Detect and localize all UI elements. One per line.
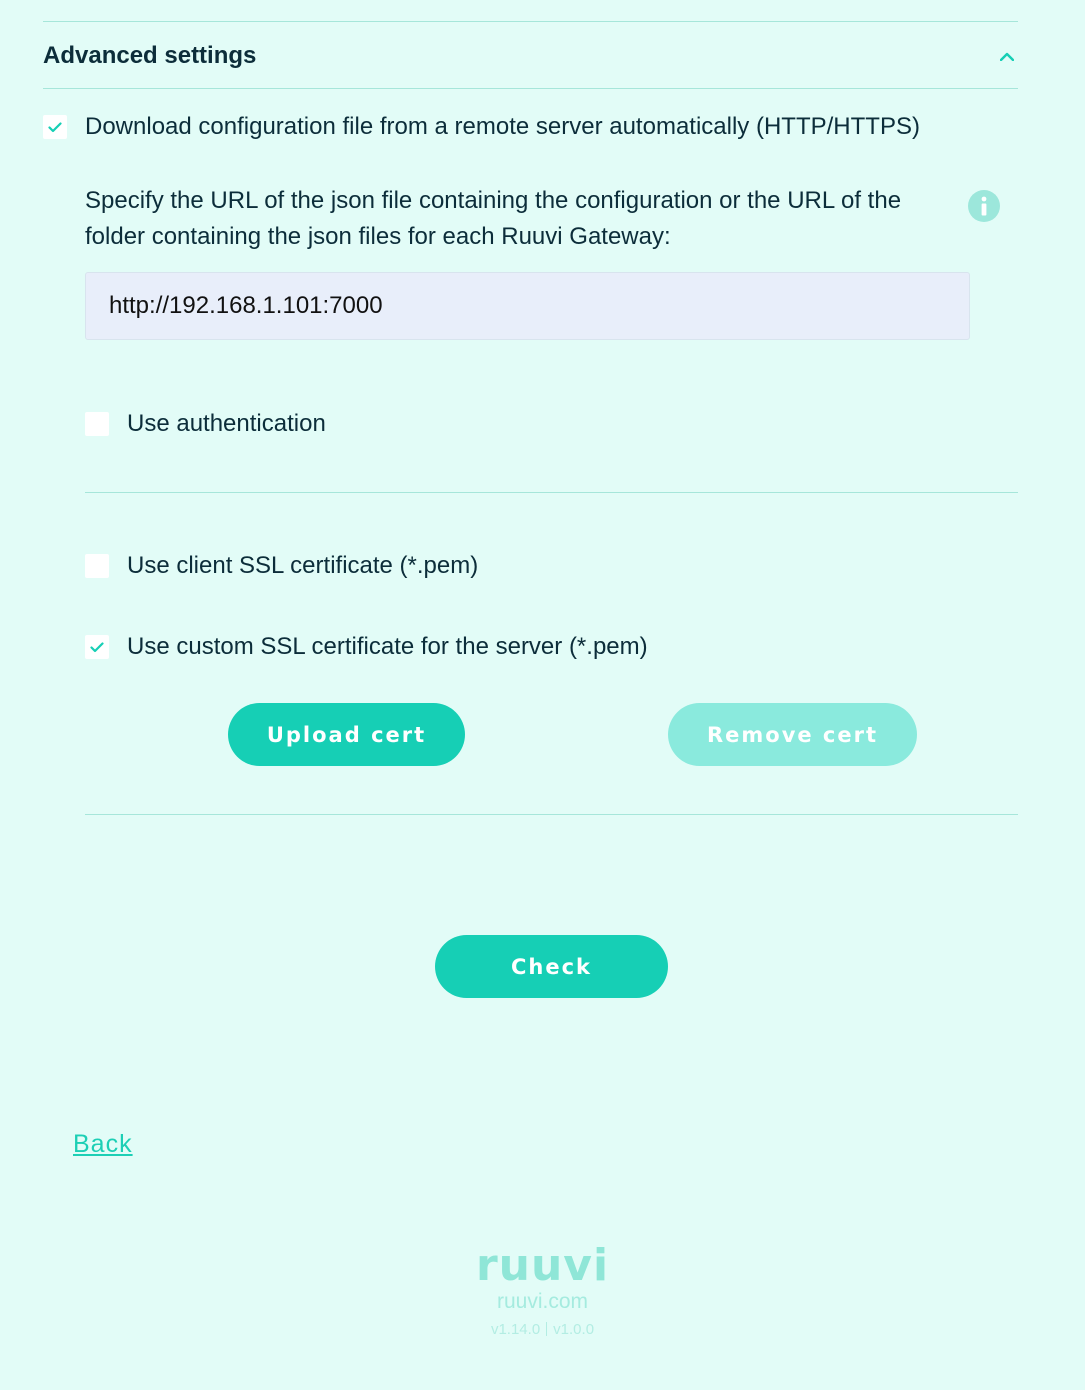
client-ssl-checkbox[interactable] <box>85 554 109 578</box>
config-url-input[interactable] <box>85 272 970 340</box>
custom-ssl-label: Use custom SSL certificate for the serve… <box>127 633 648 660</box>
upload-cert-button[interactable]: Upload cert <box>228 703 465 766</box>
ruuvi-logo: ruuvi <box>475 1240 610 1291</box>
use-authentication-option[interactable]: Use authentication <box>85 410 326 438</box>
remote-config-label: Download configuration file from a remot… <box>85 113 920 140</box>
checkmark-icon <box>48 121 62 132</box>
check-button[interactable]: Check <box>435 935 668 998</box>
info-icon[interactable] <box>968 190 1000 222</box>
divider-ssl <box>85 814 1018 815</box>
remove-cert-button[interactable]: Remove cert <box>668 703 917 766</box>
firmware-version: v1.14.0 <box>490 1321 541 1338</box>
ruuvi-site-link[interactable]: ruuvi.com <box>0 1290 1085 1314</box>
client-ssl-option[interactable]: Use client SSL certificate (*.pem) <box>85 552 478 580</box>
version-separator <box>546 1322 548 1336</box>
custom-ssl-option[interactable]: Use custom SSL certificate for the serve… <box>85 633 648 661</box>
checkmark-icon <box>90 641 104 652</box>
advanced-settings-page: Advanced settings Download configuration… <box>0 0 1085 1390</box>
ui-version: v1.0.0 <box>553 1321 595 1338</box>
use-authentication-label: Use authentication <box>127 410 326 437</box>
client-ssl-label: Use client SSL certificate (*.pem) <box>127 552 479 579</box>
remote-config-option[interactable]: Download configuration file from a remot… <box>43 113 920 141</box>
custom-ssl-checkbox[interactable] <box>85 635 109 659</box>
divider-auth <box>85 492 1018 493</box>
remote-config-checkbox[interactable] <box>43 115 67 139</box>
divider-top <box>43 21 1018 22</box>
divider-header <box>43 88 1018 89</box>
back-link[interactable]: Back <box>73 1130 133 1159</box>
use-authentication-checkbox[interactable] <box>85 412 109 436</box>
advanced-settings-header[interactable]: Advanced settings <box>43 36 1018 76</box>
chevron-up-icon[interactable] <box>1000 49 1014 63</box>
url-description: Specify the URL of the json file contain… <box>85 187 902 250</box>
version-info: v1.14.0 v1.0.0 <box>0 1321 1085 1338</box>
advanced-settings-title: Advanced settings <box>43 42 257 69</box>
